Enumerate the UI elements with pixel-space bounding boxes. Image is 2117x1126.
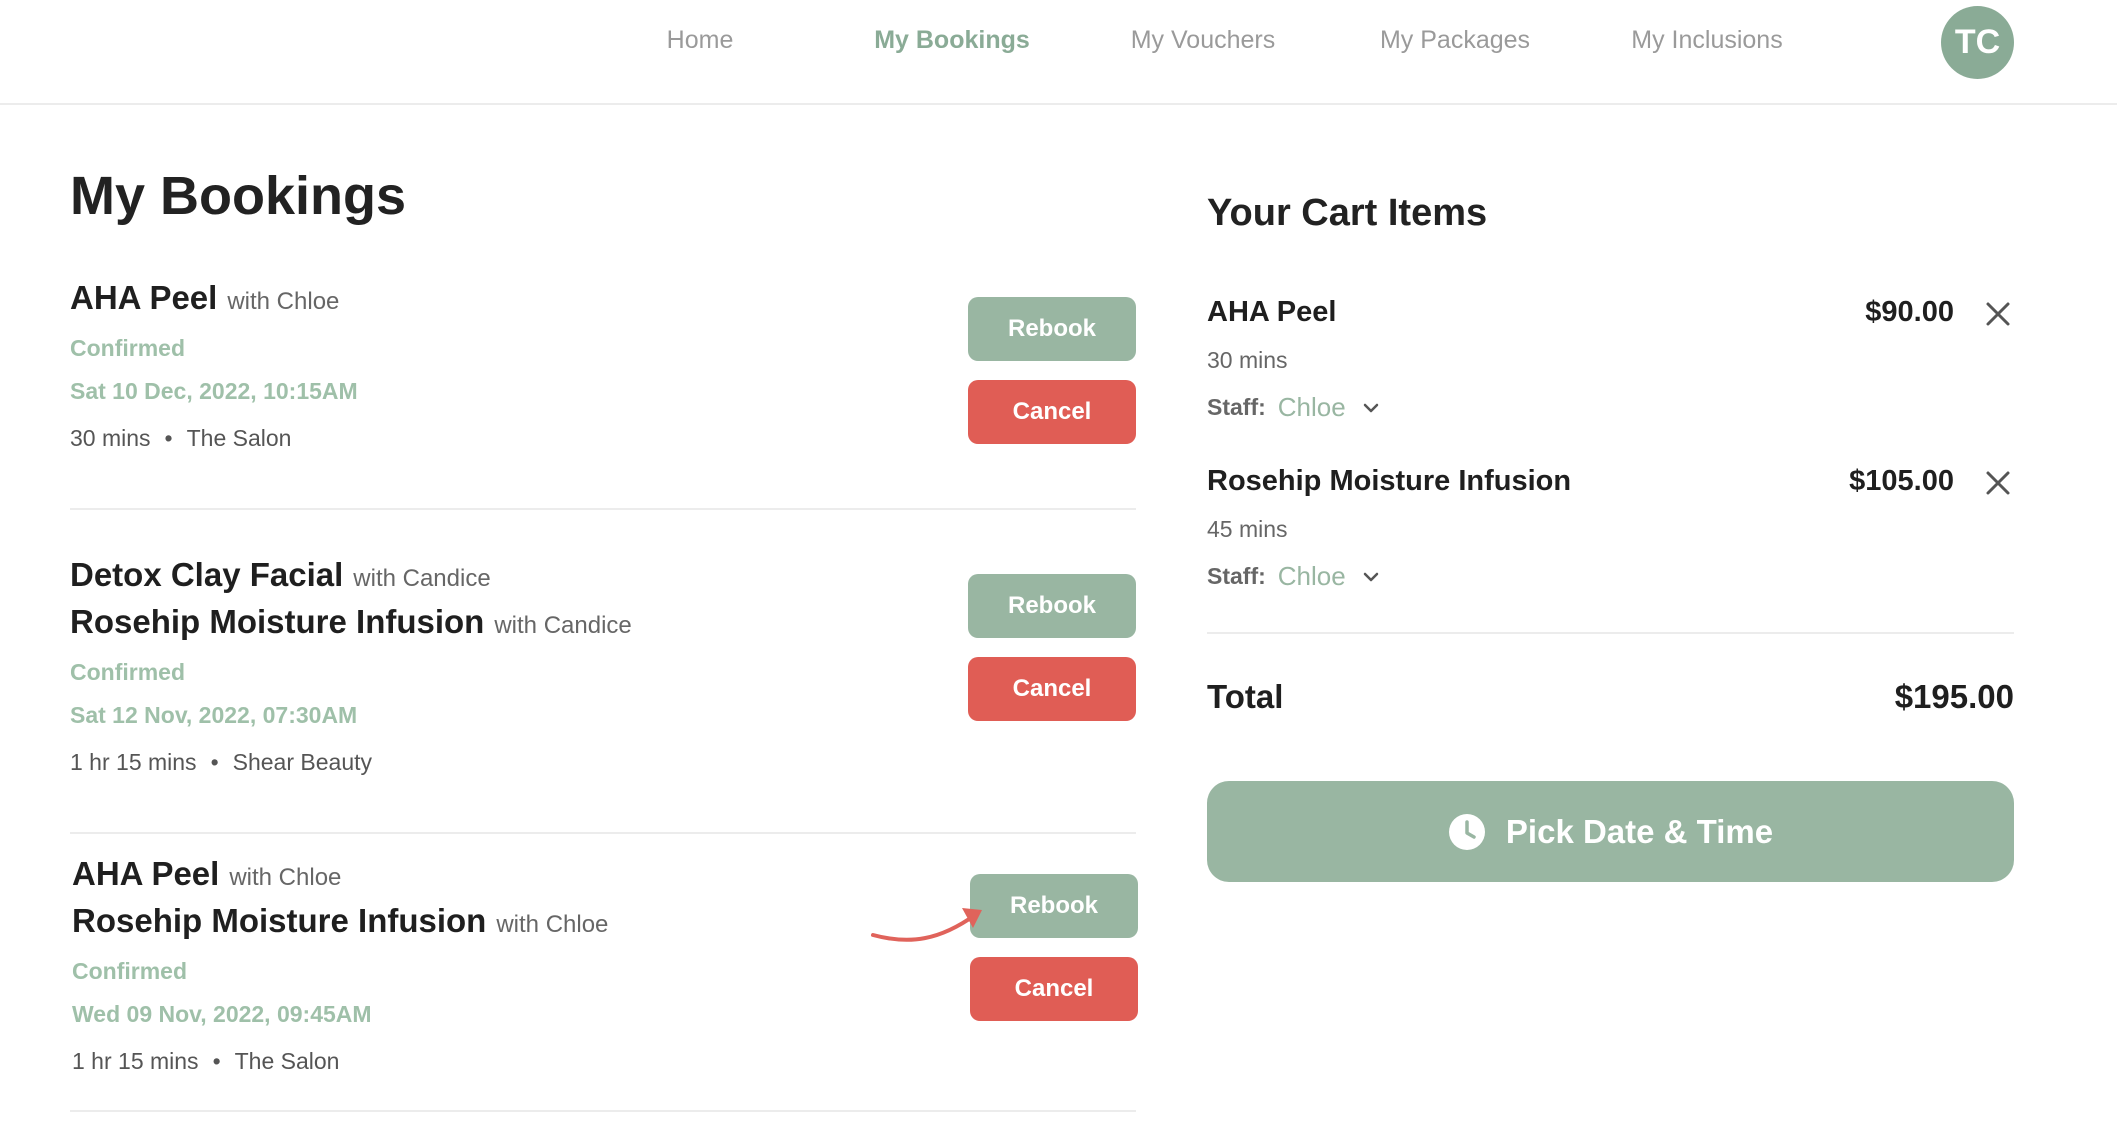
cancel-button[interactable]: Cancel (968, 657, 1136, 721)
pick-date-time-button[interactable]: Pick Date & Time (1207, 781, 2014, 882)
staff-label: Staff: (1207, 563, 1266, 589)
booking-divider (70, 832, 1136, 834)
close-icon[interactable] (1982, 298, 2014, 330)
cart-title: Your Cart Items (1207, 192, 1488, 234)
cart-item: Rosehip Moisture Infusion $105.00 45 min… (1207, 465, 2014, 592)
cart-item-price: $105.00 (1849, 465, 1954, 497)
staff-select[interactable]: Staff: Chloe (1207, 561, 2014, 592)
total-label: Total (1207, 678, 1284, 715)
annotation-arrow-icon (871, 908, 982, 942)
staff-label: Staff: (1207, 394, 1266, 420)
staff-value[interactable]: Chloe (1278, 392, 1346, 423)
nav-my-bookings[interactable]: My Bookings (832, 26, 1072, 55)
top-nav: Home My Bookings My Vouchers My Packages… (0, 0, 2117, 105)
booking-meta: 1 hr 15 mins • Shear Beauty (70, 749, 1136, 776)
cart-divider (1207, 632, 2014, 634)
staff-select[interactable]: Staff: Chloe (1207, 392, 2014, 423)
pick-date-time-label: Pick Date & Time (1505, 812, 1774, 850)
cart-item-price: $90.00 (1865, 296, 1954, 328)
page: Home My Bookings My Vouchers My Packages… (0, 0, 2117, 1126)
booking-divider (70, 1110, 1136, 1112)
service-staff: with Chloe (227, 288, 340, 315)
separator-dot: • (210, 749, 219, 775)
separator-dot: • (164, 425, 173, 451)
service-staff: with Candice (494, 612, 632, 639)
booking-divider (70, 508, 1136, 510)
cart-item-duration: 30 mins (1207, 347, 1288, 373)
booking-duration: 1 hr 15 mins (70, 749, 197, 775)
service-name: Rosehip Moisture Infusion (72, 902, 487, 939)
service-staff: with Chloe (496, 911, 609, 938)
booking-location: Shear Beauty (232, 749, 372, 775)
chevron-down-icon[interactable] (1360, 397, 1382, 419)
booking-duration: 30 mins (70, 425, 151, 451)
nav-my-packages[interactable]: My Packages (1335, 26, 1575, 55)
booking-meta: 1 hr 15 mins • The Salon (72, 1048, 1138, 1075)
close-icon[interactable] (1982, 467, 2014, 499)
service-name: Detox Clay Facial (70, 556, 344, 593)
nav-my-inclusions[interactable]: My Inclusions (1587, 26, 1827, 55)
service-name: AHA Peel (70, 279, 218, 316)
service-staff: with Chloe (229, 864, 342, 891)
rebook-button[interactable]: Rebook (968, 574, 1136, 638)
booking-location: The Salon (186, 425, 292, 451)
nav-my-vouchers[interactable]: My Vouchers (1083, 26, 1323, 55)
service-name: Rosehip Moisture Infusion (70, 603, 485, 640)
booking-duration: 1 hr 15 mins (72, 1048, 199, 1074)
rebook-button[interactable]: Rebook (970, 874, 1138, 938)
cart-item-duration: 45 mins (1207, 516, 1288, 542)
booking-location: The Salon (234, 1048, 340, 1074)
nav-home[interactable]: Home (580, 26, 820, 55)
service-name: AHA Peel (72, 855, 220, 892)
total-value: $195.00 (1894, 678, 2014, 715)
page-title: My Bookings (70, 166, 407, 226)
cancel-button[interactable]: Cancel (968, 380, 1136, 444)
cart-item: AHA Peel $90.00 30 mins Staff: Chloe (1207, 296, 2014, 423)
separator-dot: • (212, 1048, 221, 1074)
staff-value[interactable]: Chloe (1278, 561, 1346, 592)
rebook-button[interactable]: Rebook (968, 297, 1136, 361)
avatar[interactable]: TC (1941, 6, 2014, 79)
clock-icon (1448, 813, 1485, 850)
chevron-down-icon[interactable] (1360, 566, 1382, 588)
service-staff: with Candice (353, 565, 491, 592)
cancel-button[interactable]: Cancel (970, 957, 1138, 1021)
